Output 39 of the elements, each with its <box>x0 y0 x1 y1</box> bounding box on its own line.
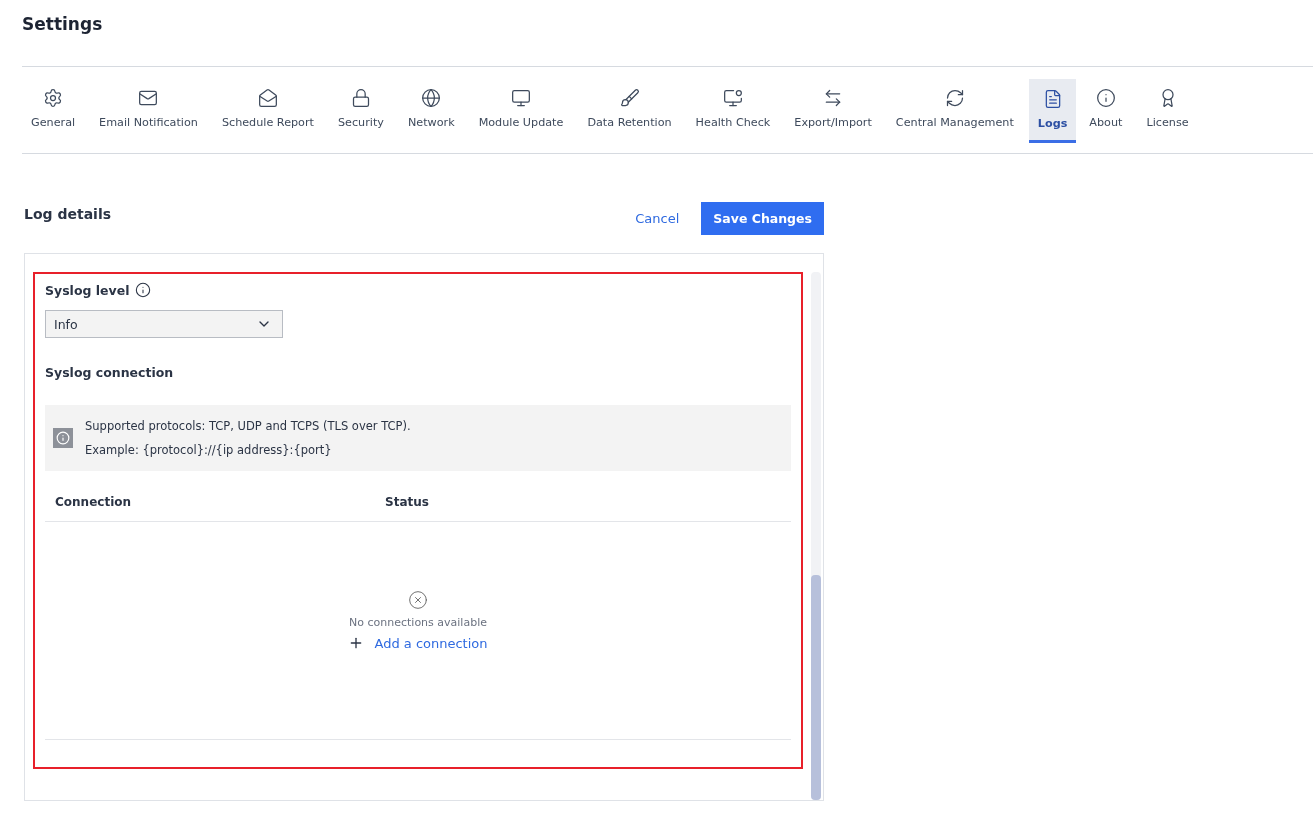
column-header: Connection <box>55 495 133 509</box>
envelope-icon <box>138 88 159 108</box>
empty-message: No connections available <box>349 616 487 629</box>
refresh-icon <box>944 88 965 108</box>
save-button[interactable]: Save Changes <box>701 202 824 235</box>
info-text: Example: {protocol}://{ip address}:{port} <box>85 443 333 457</box>
settings-tab[interactable]: Security <box>328 78 393 142</box>
add-connection-link[interactable]: Add a connection <box>348 635 488 651</box>
section-title: Log details <box>24 206 112 222</box>
settings-tab[interactable]: Health Check <box>686 78 780 142</box>
field-label: Syslog connection <box>45 365 174 380</box>
brush-icon <box>619 88 640 108</box>
open-envelope-icon <box>257 88 278 108</box>
column-header: Status <box>385 495 429 509</box>
settings-tab[interactable]: Email Notification <box>90 78 207 142</box>
cross-circle-icon <box>408 590 428 610</box>
settings-tab[interactable]: Network <box>398 78 464 142</box>
settings-tab[interactable]: Central Management <box>886 78 1023 142</box>
monitor-icon <box>511 88 531 108</box>
gear-icon <box>43 88 64 108</box>
level-dropdown[interactable]: Info <box>45 310 283 338</box>
globe-icon <box>421 88 442 108</box>
info-icon <box>53 428 73 448</box>
page-title: Settings <box>22 14 104 34</box>
settings-tab[interactable]: Export/Import <box>785 78 881 142</box>
settings-tab[interactable]: General <box>22 78 85 142</box>
info-text: Supported protocols: TCP, UDP and TCPS (TLS over TCP). <box>85 419 411 433</box>
info-icon[interactable] <box>135 282 152 298</box>
settings-tab[interactable]: Data Retention <box>578 78 681 142</box>
field-label: Syslog level <box>45 282 130 298</box>
lock-icon <box>350 88 371 108</box>
settings-tab[interactable]: Logs <box>1028 79 1077 143</box>
settings-tab[interactable]: Module Update <box>469 78 573 142</box>
settings-tab[interactable]: About <box>1080 78 1132 142</box>
cancel-button[interactable]: Cancel <box>629 210 686 227</box>
info-icon <box>1095 88 1116 108</box>
settings-tab[interactable]: License <box>1137 78 1198 142</box>
settings-tab[interactable]: Schedule Report <box>212 78 323 142</box>
scrollbar-thumb[interactable] <box>811 575 821 800</box>
